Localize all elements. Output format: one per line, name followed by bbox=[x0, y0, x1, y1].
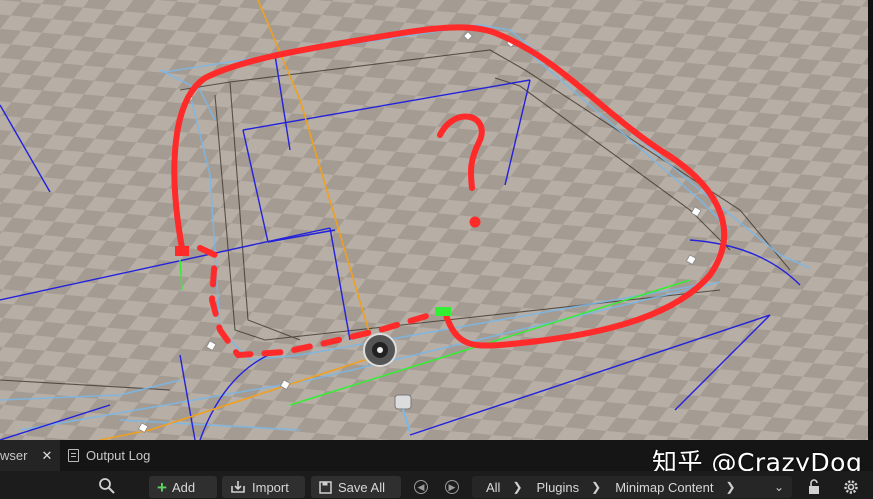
sketch-end-marker bbox=[435, 307, 451, 316]
save-all-button-label: Save All bbox=[338, 479, 385, 495]
breadcrumb-item[interactable]: All bbox=[486, 480, 500, 495]
content-browser-toolbar: + Add Import Save All ◀ ▶ All ❯ Plugins … bbox=[0, 471, 873, 499]
sketch-start-marker bbox=[175, 246, 189, 256]
plus-icon: + bbox=[157, 477, 167, 497]
level-viewport[interactable]: ? bbox=[0, 0, 868, 440]
tab-label: Output Log bbox=[86, 448, 151, 463]
save-icon bbox=[319, 480, 332, 494]
breadcrumb-item[interactable]: Plugins bbox=[537, 480, 580, 495]
save-all-button[interactable]: Save All bbox=[311, 476, 401, 498]
forward-arrow-icon[interactable]: ▶ bbox=[445, 480, 459, 494]
close-icon[interactable]: ✕ bbox=[41, 448, 52, 464]
chevron-right-icon[interactable]: ❯ bbox=[512, 480, 522, 494]
tab-label: wser bbox=[0, 448, 28, 463]
breadcrumb: All ❯ Plugins ❯ Minimap Content ❯ ⌄ bbox=[472, 476, 792, 498]
add-button-label: Add bbox=[171, 479, 196, 495]
document-icon bbox=[68, 449, 79, 462]
tab-content-browser[interactable]: wser ✕ bbox=[0, 440, 60, 471]
add-button[interactable]: + Add bbox=[149, 476, 217, 498]
import-button[interactable]: Import bbox=[222, 476, 305, 498]
chevron-down-icon[interactable]: ⌄ bbox=[774, 480, 784, 494]
chevron-right-icon[interactable]: ❯ bbox=[591, 480, 601, 494]
back-arrow-icon[interactable]: ◀ bbox=[414, 480, 428, 494]
viewport-edge bbox=[868, 0, 873, 440]
gear-icon[interactable] bbox=[842, 478, 860, 496]
lock-icon[interactable] bbox=[806, 479, 822, 495]
chevron-right-icon[interactable]: ❯ bbox=[726, 480, 736, 494]
tab-output-log[interactable]: Output Log bbox=[68, 440, 150, 471]
import-icon bbox=[230, 480, 246, 494]
breadcrumb-item[interactable]: Minimap Content bbox=[615, 480, 713, 495]
import-button-label: Import bbox=[252, 479, 289, 495]
player-start-icon bbox=[363, 333, 397, 367]
search-icon[interactable] bbox=[98, 477, 116, 495]
